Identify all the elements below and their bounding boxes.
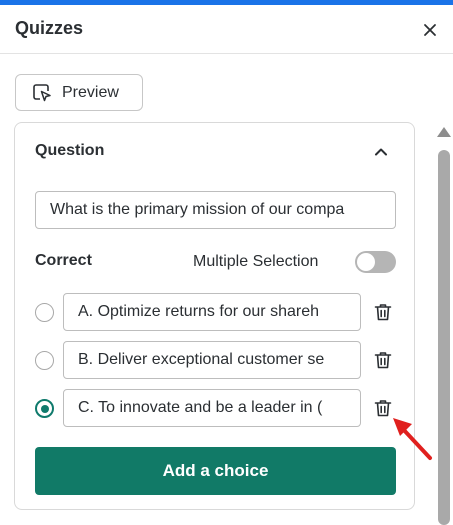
scroll-thumb[interactable] — [438, 150, 450, 525]
trash-icon[interactable] — [373, 302, 393, 322]
scroll-up-arrow-icon[interactable] — [437, 127, 451, 137]
choice-radio[interactable] — [35, 351, 54, 370]
annotation-arrow-icon — [393, 418, 432, 460]
add-choice-button[interactable]: Add a choice — [35, 447, 396, 495]
choice-row: A. Optimize returns for our shareh — [35, 293, 396, 331]
question-input[interactable]: What is the primary mission of our compa — [35, 191, 396, 229]
preview-label: Preview — [62, 83, 119, 101]
close-icon — [424, 24, 436, 36]
choice-row: C. To innovate and be a leader in ( — [35, 389, 396, 427]
correct-label: Correct — [35, 252, 92, 269]
chevron-up-icon[interactable] — [372, 143, 390, 161]
choice-row: B. Deliver exceptional customer se — [35, 341, 396, 379]
question-card: Question What is the primary mission of … — [14, 122, 415, 510]
toggle-knob — [357, 253, 375, 271]
close-button[interactable] — [419, 19, 441, 41]
choice-radio-selected[interactable] — [35, 399, 54, 418]
panel-header: Quizzes — [0, 5, 453, 54]
vertical-scrollbar[interactable] — [435, 123, 453, 525]
choice-radio[interactable] — [35, 303, 54, 322]
multiple-selection-toggle[interactable] — [355, 251, 396, 273]
preview-icon — [33, 83, 51, 101]
choice-input[interactable]: B. Deliver exceptional customer se — [63, 341, 361, 379]
multiple-selection-label: Multiple Selection — [193, 253, 319, 270]
trash-icon[interactable] — [373, 350, 393, 370]
preview-button[interactable]: Preview — [15, 74, 143, 111]
question-card-title: Question — [35, 142, 105, 159]
choice-input[interactable]: C. To innovate and be a leader in ( — [63, 389, 361, 427]
panel-title: Quizzes — [15, 18, 84, 38]
choice-input[interactable]: A. Optimize returns for our shareh — [63, 293, 361, 331]
